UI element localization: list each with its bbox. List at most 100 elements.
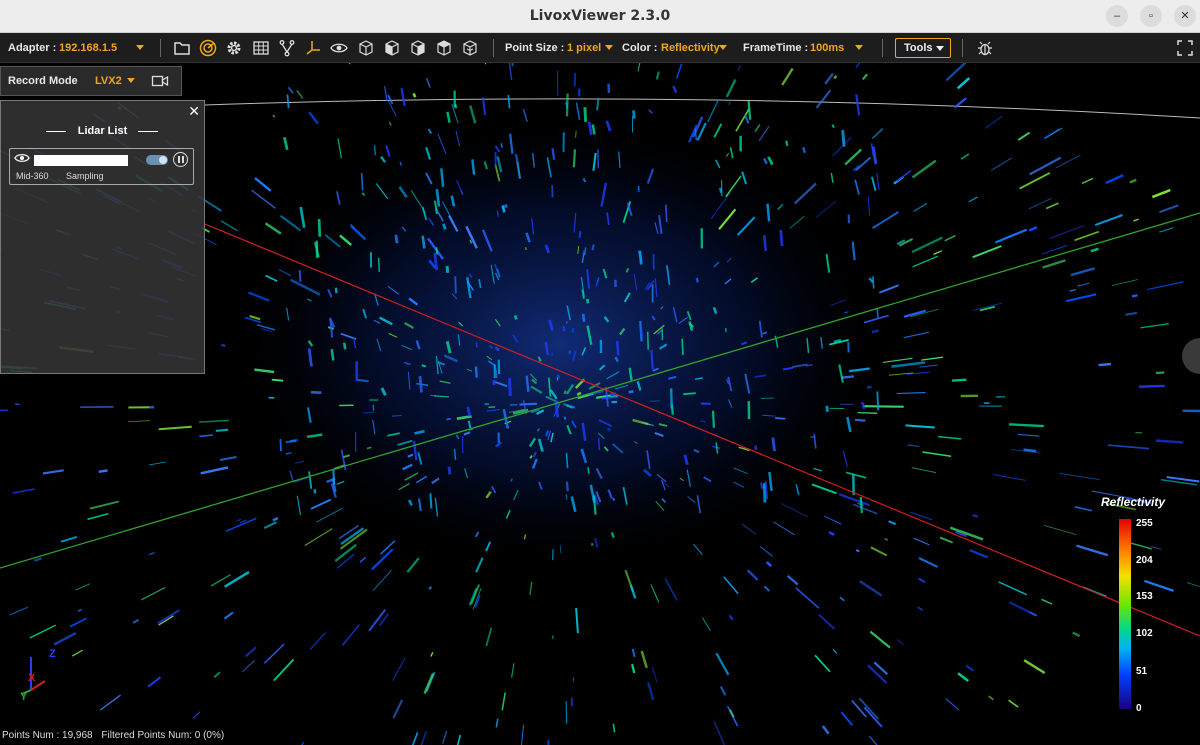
point-streak bbox=[334, 287, 338, 294]
point-streak bbox=[286, 94, 290, 109]
point-streak bbox=[872, 276, 875, 289]
point-streak bbox=[646, 331, 649, 350]
point-streak bbox=[683, 392, 696, 396]
point-streak bbox=[525, 375, 530, 392]
point-streak bbox=[612, 497, 616, 502]
grid-icon[interactable] bbox=[252, 39, 270, 57]
point-streak bbox=[775, 417, 786, 420]
minimize-button[interactable]: – bbox=[1106, 5, 1128, 27]
close-window-button[interactable]: ✕ bbox=[1174, 5, 1196, 27]
frametime-label: FrameTime : bbox=[743, 42, 809, 54]
point-streak bbox=[445, 265, 450, 274]
point-streak bbox=[342, 342, 347, 350]
toolbar-divider bbox=[493, 39, 494, 57]
main-toolbar: Adapter : 192.168.1.5 Point Size : 1 pix… bbox=[0, 33, 1200, 63]
bug-icon[interactable] bbox=[976, 39, 994, 57]
point-streak bbox=[859, 496, 863, 514]
device-status: Sampling bbox=[66, 171, 104, 181]
point-streak bbox=[568, 350, 572, 355]
point-streak bbox=[779, 229, 784, 247]
cube-iso-icon[interactable] bbox=[461, 39, 479, 57]
point-streak bbox=[681, 338, 684, 355]
point-streak bbox=[572, 149, 577, 168]
color-chevron-down-icon[interactable] bbox=[719, 45, 727, 50]
record-chevron-down-icon[interactable] bbox=[127, 78, 135, 83]
record-mode-bar: Record Mode LVX2 bbox=[0, 66, 182, 96]
point-streak bbox=[841, 129, 846, 147]
title-dash-right bbox=[138, 131, 158, 132]
point-streak bbox=[597, 437, 601, 451]
point-streak bbox=[519, 402, 537, 406]
point-streak bbox=[573, 72, 577, 87]
gizmo-z-label: Z bbox=[49, 648, 56, 660]
toolbar-divider bbox=[882, 39, 883, 57]
lidar-list-panel: ✕ Lidar List Mid-360 Sampling bbox=[0, 100, 205, 374]
point-streak bbox=[615, 340, 620, 356]
point-streak bbox=[759, 482, 764, 490]
point-streak bbox=[524, 247, 527, 251]
video-record-icon[interactable] bbox=[151, 72, 169, 90]
point-streak bbox=[391, 414, 402, 417]
filter-icon[interactable] bbox=[278, 39, 296, 57]
point-streak bbox=[394, 234, 399, 244]
color-label: Color : bbox=[622, 42, 658, 54]
frametime-chevron-down-icon[interactable] bbox=[855, 45, 863, 50]
point-streak bbox=[357, 378, 369, 383]
reflectivity-color-bar bbox=[1119, 519, 1131, 709]
adapter-select[interactable]: 192.168.1.5 bbox=[59, 33, 117, 63]
lidar-device-item[interactable]: Mid-360 Sampling bbox=[9, 148, 194, 185]
device-enable-toggle[interactable] bbox=[146, 155, 168, 165]
title-bar: LivoxViewer 2.3.0 – ▫ ✕ bbox=[0, 0, 1200, 33]
point-streak bbox=[670, 388, 673, 409]
pause-icon[interactable] bbox=[173, 152, 188, 167]
points-num: Points Num : 19,968 bbox=[2, 730, 93, 741]
point-streak bbox=[474, 366, 478, 378]
legend-tick: 102 bbox=[1136, 628, 1153, 639]
point-streak bbox=[315, 240, 319, 258]
eye-icon[interactable] bbox=[330, 39, 348, 57]
frametime-select[interactable]: 100ms bbox=[810, 33, 844, 63]
cube-top-icon[interactable] bbox=[435, 39, 453, 57]
point-streak bbox=[664, 204, 668, 223]
cube-side-icon[interactable] bbox=[409, 39, 427, 57]
point-size-select[interactable]: 1 pixel bbox=[567, 33, 601, 63]
point-streak bbox=[556, 374, 561, 379]
point-streak bbox=[632, 110, 636, 119]
point-streak bbox=[802, 146, 806, 154]
point-streak bbox=[501, 205, 506, 213]
cube-front-icon[interactable] bbox=[383, 39, 401, 57]
point-streak bbox=[374, 145, 376, 156]
point-streak bbox=[771, 437, 776, 452]
point-streak bbox=[857, 411, 878, 414]
record-mode-select[interactable]: LVX2 bbox=[95, 66, 122, 96]
axis-icon[interactable] bbox=[304, 39, 322, 57]
point-streak bbox=[428, 585, 433, 591]
cube-icon[interactable] bbox=[357, 39, 375, 57]
point-streak bbox=[271, 378, 284, 382]
folder-icon[interactable] bbox=[173, 39, 191, 57]
point-streak bbox=[418, 375, 423, 393]
tools-dropdown-button[interactable]: Tools bbox=[895, 38, 951, 58]
adapter-chevron-down-icon[interactable] bbox=[136, 45, 144, 50]
point-streak bbox=[429, 493, 433, 509]
point-streak bbox=[876, 391, 880, 411]
point-streak bbox=[471, 159, 476, 175]
maximize-button[interactable]: ▫ bbox=[1140, 5, 1162, 27]
point-streak bbox=[504, 204, 508, 209]
radar-icon[interactable] bbox=[199, 39, 217, 57]
point-streak bbox=[591, 124, 596, 135]
close-icon[interactable]: ✕ bbox=[188, 103, 200, 120]
gizmo-x-label: X bbox=[28, 672, 36, 684]
eye-icon[interactable] bbox=[14, 150, 30, 166]
color-select[interactable]: Reflectivity bbox=[661, 33, 720, 63]
fullscreen-icon[interactable] bbox=[1176, 39, 1194, 57]
point-streak bbox=[628, 390, 634, 394]
device-name-redacted bbox=[34, 155, 128, 166]
point-streak bbox=[854, 418, 866, 422]
gear-icon[interactable] bbox=[225, 39, 243, 57]
point-streak bbox=[606, 427, 611, 432]
point-streak bbox=[310, 390, 322, 394]
point-streak bbox=[562, 326, 566, 332]
point-streak bbox=[317, 218, 322, 237]
point-size-chevron-down-icon[interactable] bbox=[605, 45, 613, 50]
